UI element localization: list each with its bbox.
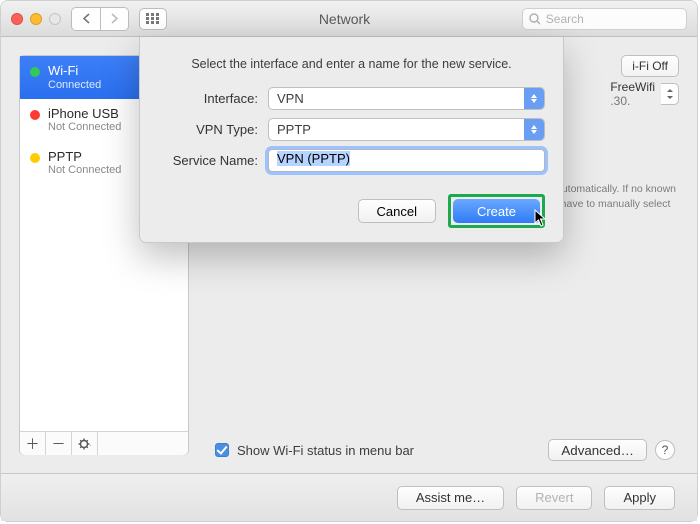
search-input[interactable] xyxy=(544,11,680,27)
sidebar-item-label: iPhone USB xyxy=(48,106,121,122)
nav-back-forward xyxy=(71,7,129,31)
window-title: Network xyxy=(177,11,512,27)
show-status-label: Show Wi-Fi status in menu bar xyxy=(237,443,414,458)
bottom-row: Show Wi-Fi status in menu bar Advanced… … xyxy=(211,439,675,461)
interface-label: Interface: xyxy=(158,91,268,106)
advanced-button[interactable]: Advanced… xyxy=(548,439,647,461)
service-actions-button[interactable] xyxy=(72,432,98,455)
sidebar-item-status: Connected xyxy=(48,79,101,92)
apply-button[interactable]: Apply xyxy=(604,486,675,510)
chevron-right-icon xyxy=(110,13,119,24)
sidebar-controls: ＋ － xyxy=(20,431,188,455)
gear-icon xyxy=(78,438,91,450)
traffic-lights xyxy=(11,13,61,25)
vpn-type-select[interactable]: PPTP xyxy=(268,118,545,141)
updown-icon xyxy=(661,83,679,105)
service-name-field[interactable] xyxy=(268,149,545,172)
window-toolbar: Network xyxy=(1,1,697,37)
updown-icon xyxy=(524,88,544,109)
tutorial-highlight: Create xyxy=(448,194,545,228)
cursor-icon xyxy=(534,209,548,227)
toggle-wifi-button[interactable]: i-Fi Off xyxy=(621,55,679,77)
show-all-button[interactable] xyxy=(139,8,167,30)
sheet-prompt: Select the interface and enter a name fo… xyxy=(158,57,545,71)
back-button[interactable] xyxy=(72,8,100,30)
cancel-button[interactable]: Cancel xyxy=(358,199,436,223)
sidebar-item-status: Not Connected xyxy=(48,164,121,177)
interface-select[interactable]: VPN xyxy=(268,87,545,110)
grid-icon xyxy=(146,13,160,24)
chevron-left-icon xyxy=(82,13,91,24)
show-status-checkbox[interactable] xyxy=(215,443,229,457)
status-dot-icon xyxy=(30,67,40,77)
sidebar-item-status: Not Connected xyxy=(48,121,121,134)
create-button[interactable]: Create xyxy=(453,199,540,223)
add-service-button[interactable]: ＋ xyxy=(20,432,46,455)
updown-icon xyxy=(524,119,544,140)
network-name-select[interactable]: FreeWifi .30. xyxy=(610,83,679,105)
vpn-type-label: VPN Type: xyxy=(158,122,268,137)
maximize-window-button[interactable] xyxy=(49,13,61,25)
service-name-input[interactable] xyxy=(275,150,538,167)
service-name-label: Service Name: xyxy=(158,153,268,168)
network-name-value: FreeWifi xyxy=(610,80,655,94)
remove-service-button[interactable]: － xyxy=(46,432,72,455)
assist-button[interactable]: Assist me… xyxy=(397,486,504,510)
new-service-sheet: Select the interface and enter a name fo… xyxy=(139,37,564,243)
vpn-type-value: PPTP xyxy=(269,119,524,140)
sidebar-item-label: PPTP xyxy=(48,149,121,165)
search-icon xyxy=(529,13,540,25)
interface-value: VPN xyxy=(269,88,524,109)
close-window-button[interactable] xyxy=(11,13,23,25)
status-dot-icon xyxy=(30,153,40,163)
status-dot-icon xyxy=(30,110,40,120)
minimize-window-button[interactable] xyxy=(30,13,42,25)
network-name-subvalue: .30. xyxy=(610,94,655,108)
revert-button[interactable]: Revert xyxy=(516,486,592,510)
search-field[interactable] xyxy=(522,8,687,30)
help-button[interactable]: ? xyxy=(655,440,675,460)
forward-button[interactable] xyxy=(100,8,128,30)
sidebar-item-label: Wi-Fi xyxy=(48,63,101,79)
footer-bar: Assist me… Revert Apply xyxy=(1,473,697,521)
